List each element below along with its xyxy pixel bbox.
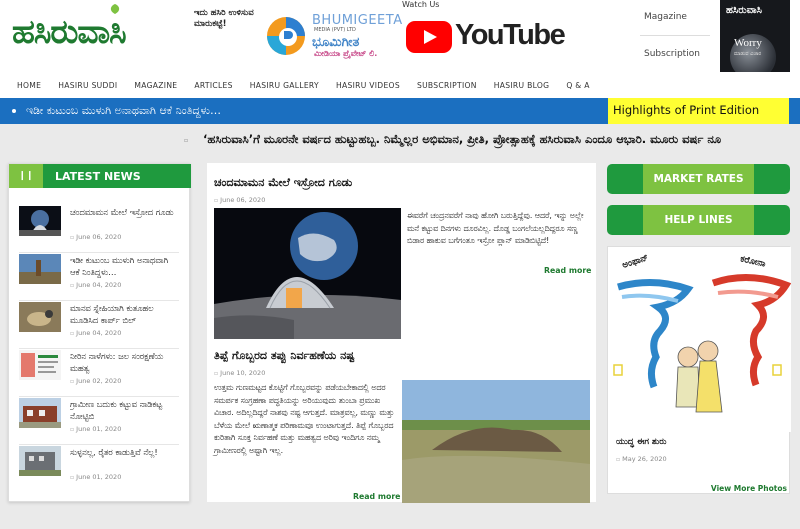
read-more-link[interactable]: Read more — [353, 492, 400, 501]
article-title[interactable]: ತಿಪ್ಪೆ ಗೊಬ್ಬರದ ತಪ್ಪು ನಿರ್ವಹಣೆಯ ನಷ್ಟ — [214, 349, 354, 363]
news-date: ▫ June 06, 2020 — [70, 233, 122, 241]
nav-subscription[interactable]: SUBSCRIPTION — [417, 81, 477, 90]
news-date: ▫ June 04, 2020 — [70, 329, 122, 337]
cover-subline: ಮಾಡುವ ವಿಚಾರ — [734, 51, 762, 57]
latest-news-title: LATEST NEWS — [55, 170, 141, 183]
news-thumbnail — [19, 254, 61, 284]
nav-articles[interactable]: ARTICLES — [194, 81, 232, 90]
news-date: ▫ June 02, 2020 — [70, 377, 122, 385]
article-date: ▫ June 06, 2020 — [214, 196, 266, 204]
latest-news-widget: ❙❙ LATEST NEWS ಚಂದಮಾಮನ ಮೇಲೆ ಇಸ್ರೋದ ಗೂಡು … — [8, 163, 191, 502]
highlights-label: Highlights of Print Edition — [613, 103, 760, 117]
magazine-link[interactable]: Magazine — [644, 12, 687, 22]
news-title: ಮಾನವ ಸ್ನೇಹಿಯಾಗಿ ಕುತೂಹಲ ಮೂಡಿಸಿದ ಕಾರ್ಪ್ ಬಿ… — [70, 303, 154, 325]
article-image-moon[interactable] — [214, 208, 401, 339]
cartoon-gallery-widget: ಅಂಫಾನ್ ಕರೋನಾ ಯುದ್ಧ ಈಗ ಶುರು ▫ May 26, 202… — [607, 246, 791, 494]
youtube-play-icon — [406, 21, 452, 53]
help-lines-label: HELP LINES — [643, 205, 754, 235]
article-image-compost[interactable] — [402, 380, 590, 503]
news-date: ▫ June 01, 2020 — [70, 473, 122, 481]
news-title: ಇಡೀ ಕುಟುಂಬ ಮುಳುಗಿ ಅನಾಥವಾಗಿ ಆಕೆ ನಿಂತಿದ್ದಳ… — [70, 255, 169, 277]
youtube-link[interactable]: YouTube — [406, 18, 566, 58]
news-title: ಗ್ರಾಮೀಣ ಬದುಕು ಕಟ್ಟುವ ನಾಡಿಕಟ್ಟ ನೋಟ್ಟಿಬಿ — [70, 399, 163, 421]
cartoon-date: ▫ May 26, 2020 — [616, 455, 667, 463]
bhumigeeta-sub: MEDIA (PVT) LTD — [314, 27, 356, 33]
marquee-marker-icon: ▫ — [184, 137, 189, 144]
article-excerpt: ಉತ್ತಮ ಗುಣಮಟ್ಟದ ಕೊಟ್ಟಿಗೆ ಗೊಬ್ಬರವನ್ನು ಪಡೆಯ… — [214, 383, 395, 455]
cover-headline: Worry — [734, 37, 762, 49]
news-title: ಚಂದಮಾಮನ ಮೇಲೆ ಇಸ್ರೋದ ಗೂಡು — [70, 207, 174, 217]
help-lines-button[interactable]: HELP LINES — [607, 205, 790, 235]
pause-icon[interactable]: ❙❙ — [9, 164, 43, 188]
site-logo[interactable]: ಹಸಿರುವಾಸಿ ಇದು ಹಸಿರಿ ಉಳಿಸುವ ಮಾರುಕಟ್ಟೆ! — [12, 4, 254, 60]
view-more-photos-link[interactable]: View More Photos — [711, 484, 787, 493]
list-item[interactable]: ಮಾನವ ಸ್ನೇಹಿಯಾಗಿ ಕುತೂಹಲ ಮೂಡಿಸಿದ ಕಾರ್ಪ್ ಬಿ… — [19, 302, 179, 349]
article-date: ▫ June 10, 2020 — [214, 369, 266, 377]
bhumigeeta-kn-sub: ಮೀಡಿಯಾ ಪ್ರೈವೇಟ್ ಲಿ. — [314, 49, 378, 58]
nav-home[interactable]: HOME — [17, 81, 41, 90]
news-date: ▫ June 04, 2020 — [70, 281, 122, 289]
bhumigeeta-en: BHUMIGEETA — [312, 13, 403, 28]
news-date: ▫ June 01, 2020 — [70, 425, 122, 433]
nav-hasiru-gallery[interactable]: HASIRU GALLERY — [250, 81, 319, 90]
news-title: ಸುಳ್ಳನಲ್ಲ, ರೈತರ ಕಾಡುತ್ತಿವೆ ನೆಲ್ಲ! — [70, 447, 158, 457]
article-excerpt: ಈವರೆಗೆ ಚಂದ್ರನವರೆಗೆ ನಾವು ಹೋಗಿ ಬರುತ್ತಿದ್ದೆ… — [407, 211, 584, 245]
list-item[interactable]: ಗ್ರಾಮೀಣ ಬದುಕು ಕಟ್ಟುವ ನಾಡಿಕಟ್ಟ ನೋಟ್ಟಿಬಿ ▫… — [19, 398, 179, 445]
bhumigeeta-kn: ಭೂಮಿಗೀತ — [312, 35, 360, 50]
nav-magazine[interactable]: MAGAZINE — [134, 81, 177, 90]
marquee-text: ‘ಹಸಿರುವಾಸಿ’ಗೆ ಮೂರನೇ ವರ್ಷದ ಹುಟ್ಟುಹಬ್ಬ. ನಿ… — [203, 132, 722, 146]
youtube-wordmark: YouTube — [455, 19, 566, 51]
articles-panel: ಚಂದಮಾಮನ ಮೇಲೆ ಇಸ್ರೋದ ಗೂಡು ▫ June 06, 2020… — [207, 163, 596, 503]
divider — [640, 35, 710, 36]
read-more-link[interactable]: Read more — [544, 266, 591, 275]
news-thumbnail — [19, 398, 61, 428]
cartoon-image[interactable] — [608, 247, 791, 432]
list-item[interactable]: ಚಂದಮಾಮನ ಮೇಲೆ ಇಸ್ರೋದ ಗೂಡು ▫ June 06, 2020 — [19, 206, 179, 253]
news-thumbnail — [19, 206, 61, 236]
announcement-marquee: ▫ ‘ಹಸಿರುವಾಸಿ’ಗೆ ಮೂರನೇ ವರ್ಷದ ಹುಟ್ಟುಹಬ್ಬ. … — [0, 124, 800, 154]
logo-text: ಹಸಿರುವಾಸಿ — [12, 12, 127, 51]
highlights-panel[interactable]: Highlights of Print Edition — [608, 98, 789, 124]
subscription-link[interactable]: Subscription — [644, 49, 700, 59]
news-title: ನೀರಿನ ನಾಳೆಗಳು: ಜಲ ಸಂರಕ್ಷಣೆಯ ಮಹತ್ವ — [70, 351, 164, 373]
bhumigeeta-logo[interactable]: BHUMIGEETA MEDIA (PVT) LTD ಭೂಮಿಗೀತ ಮೀಡಿಯ… — [266, 12, 402, 60]
logo-tagline: ಇದು ಹಸಿರಿ ಉಳಿಸುವ ಮಾರುಕಟ್ಟೆ! — [194, 8, 254, 29]
bhumigeeta-emblem-icon — [267, 17, 305, 55]
list-item[interactable]: ಸುಳ್ಳನಲ್ಲ, ರೈತರ ಕಾಡುತ್ತಿವೆ ನೆಲ್ಲ! ▫ June… — [19, 446, 179, 493]
nav-qa[interactable]: Q & A — [566, 81, 589, 90]
market-rates-button[interactable]: MARKET RATES — [607, 164, 790, 194]
bullet-icon — [12, 109, 16, 113]
main-nav: HOME HASIRU SUDDI MAGAZINE ARTICLES HASI… — [0, 72, 800, 98]
cartoon-title[interactable]: ಯುದ್ಧ ಈಗ ಶುರು — [616, 437, 666, 447]
ticker-edge — [789, 98, 800, 124]
latest-news-header: ❙❙ LATEST NEWS — [9, 164, 191, 188]
market-rates-label: MARKET RATES — [643, 164, 754, 194]
cover-title: ಹಸಿರುವಾಸಿ — [726, 5, 762, 16]
nav-hasiru-videos[interactable]: HASIRU VIDEOS — [336, 81, 400, 90]
list-item[interactable]: ಇಡೀ ಕುಟುಂಬ ಮುಳುಗಿ ಅನಾಥವಾಗಿ ಆಕೆ ನಿಂತಿದ್ದಳ… — [19, 254, 179, 301]
nav-hasiru-blog[interactable]: HASIRU BLOG — [494, 81, 550, 90]
list-item[interactable]: ನೀರಿನ ನಾಳೆಗಳು: ಜಲ ಸಂರಕ್ಷಣೆಯ ಮಹತ್ವ ▫ June… — [19, 350, 179, 397]
news-thumbnail — [19, 302, 61, 332]
watch-us-label: Watch Us — [402, 0, 440, 9]
news-thumbnail — [19, 446, 61, 476]
news-thumbnail — [19, 350, 61, 380]
article-title[interactable]: ಚಂದಮಾಮನ ಮೇಲೆ ಇಸ್ರೋದ ಗೂಡು — [214, 176, 352, 190]
ticker-item[interactable]: ಇಡೀ ಕುಟುಂಬ ಮುಳುಗಿ ಅನಾಥವಾಗಿ ಆಕೆ ನಿಂತಿದ್ದಳ… — [12, 104, 221, 118]
nav-hasiru-suddi[interactable]: HASIRU SUDDI — [58, 81, 117, 90]
